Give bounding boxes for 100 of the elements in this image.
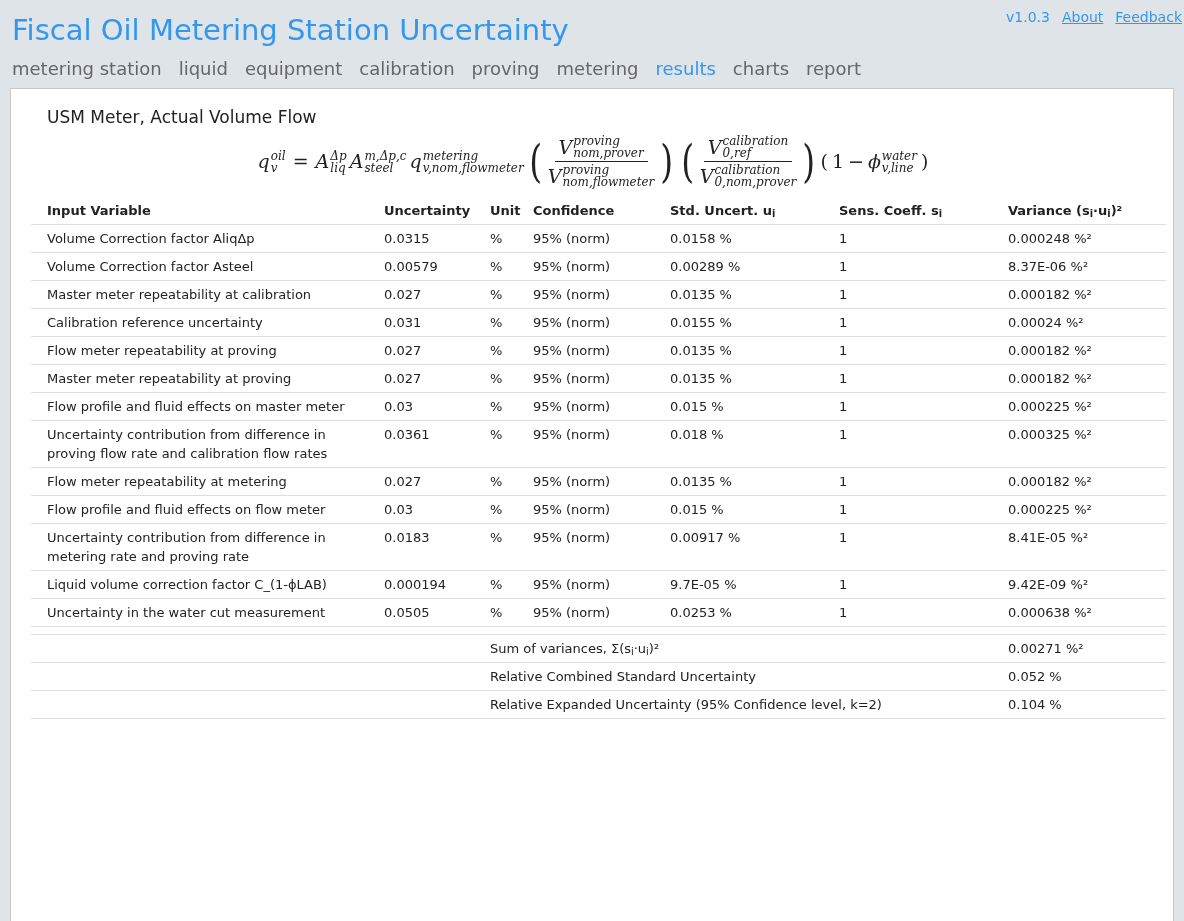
table-cell: Volume Correction factor AliqΔp <box>31 224 376 252</box>
table-cell: 0.000182 %² <box>1000 467 1166 495</box>
table-cell: % <box>482 570 525 598</box>
table-cell: 0.027 <box>376 364 482 392</box>
table-cell: 95% (norm) <box>525 364 662 392</box>
table-cell: 0.000225 %² <box>1000 495 1166 523</box>
column-header: Confidence <box>525 196 662 224</box>
formula-paren: ( <box>528 139 542 184</box>
table-cell: % <box>482 280 525 308</box>
table-cell: 0.0158 % <box>662 224 831 252</box>
table-cell: Flow profile and fluid effects on flow meter <box>31 495 376 523</box>
nav-tab[interactable]: metering station <box>12 55 162 82</box>
table-cell: Master meter repeatability at proving <box>31 364 376 392</box>
table-cell: 1 <box>831 523 1000 570</box>
header-link[interactable]: Feedback <box>1115 7 1182 28</box>
nav-tab[interactable]: charts <box>732 55 789 82</box>
table-cell: 0.015 % <box>662 495 831 523</box>
formula-paren: ) <box>920 149 929 175</box>
table-cell: 0.000325 %² <box>1000 420 1166 467</box>
table-cell: 0.0183 <box>376 523 482 570</box>
nav-tab[interactable]: liquid <box>178 55 228 82</box>
table-cell: 0.000182 %² <box>1000 364 1166 392</box>
summary-label: Sum of variances, Σ(s$_{i}$·u$_{i}$)² <box>482 634 1000 662</box>
nav-tab[interactable]: results <box>655 55 716 82</box>
table-cell: 1 <box>831 392 1000 420</box>
summary-value: 0.104 % <box>1000 690 1166 718</box>
table-cell: 0.031 <box>376 308 482 336</box>
table-cell: Liquid volume correction factor C_(1-ϕLAB) <box>31 570 376 598</box>
version-label: v1.0.3 <box>1006 8 1050 27</box>
table-cell: 1 <box>831 224 1000 252</box>
table-cell: 95% (norm) <box>525 598 662 626</box>
table-cell: 95% (norm) <box>525 495 662 523</box>
formula-operator: = <box>292 149 309 175</box>
formula-paren: ( <box>680 139 694 184</box>
header-link[interactable]: About <box>1061 7 1104 28</box>
table-cell: 0.0135 % <box>662 364 831 392</box>
table-cell: 95% (norm) <box>525 467 662 495</box>
table-cell: % <box>482 495 525 523</box>
table-cell: 1 <box>831 364 1000 392</box>
table-cell: 0.0155 % <box>662 308 831 336</box>
table-cell: Uncertainty contribution from difference in metering rate and proving rate <box>31 523 376 570</box>
table-cell: 0.0315 <box>376 224 482 252</box>
table-cell: 0.0253 % <box>662 598 831 626</box>
nav-tab[interactable]: proving <box>471 55 540 82</box>
nav-tab[interactable]: report <box>806 55 861 82</box>
table-cell: 0.018 % <box>662 420 831 467</box>
nav-tab[interactable]: calibration <box>359 55 455 82</box>
table-cell: Flow meter repeatability at proving <box>31 336 376 364</box>
table-cell: 1 <box>831 252 1000 280</box>
table-cell: % <box>482 598 525 626</box>
table-cell: % <box>482 523 525 570</box>
table-cell: 1 <box>831 467 1000 495</box>
table-cell: 1 <box>831 495 1000 523</box>
formula-paren: ( <box>820 149 828 175</box>
table-cell: 95% (norm) <box>525 224 662 252</box>
table-cell: 95% (norm) <box>525 280 662 308</box>
table-cell: 0.015 % <box>662 392 831 420</box>
table-cell: 1 <box>831 280 1000 308</box>
table-cell: % <box>482 336 525 364</box>
column-header: Uncertainty <box>376 196 482 224</box>
table-cell: 0.0505 <box>376 598 482 626</box>
summary-value: 0.052 % <box>1000 662 1166 690</box>
formula-number: 1 <box>831 149 844 175</box>
column-header: Sens. Coeff. s$_{i}$ <box>831 196 1000 224</box>
section-title: USM Meter, Actual Volume Flow <box>47 106 318 129</box>
table-cell: % <box>482 252 525 280</box>
table-cell: 1 <box>831 336 1000 364</box>
table-cell: 0.0135 % <box>662 280 831 308</box>
table-cell: Volume Correction factor Asteel <box>31 252 376 280</box>
table-cell: Calibration reference uncertainty <box>31 308 376 336</box>
table-cell: 95% (norm) <box>525 523 662 570</box>
column-header: Variance (s$_{i}$·u$_{i}$)² <box>1000 196 1166 224</box>
table-cell: % <box>482 420 525 467</box>
summary-label: Relative Combined Standard Uncertainty <box>482 662 1000 690</box>
table-cell: 95% (norm) <box>525 570 662 598</box>
table-cell: 1 <box>831 570 1000 598</box>
table-cell: 95% (norm) <box>525 392 662 420</box>
table-cell: 0.0135 % <box>662 467 831 495</box>
nav-tab[interactable]: metering <box>556 55 639 82</box>
table-cell: 0.000182 %² <box>1000 336 1166 364</box>
table-cell: 0.000638 %² <box>1000 598 1166 626</box>
table-cell: 95% (norm) <box>525 336 662 364</box>
table-cell: 9.42E-09 %² <box>1000 570 1166 598</box>
table-cell: Flow meter repeatability at metering <box>31 467 376 495</box>
table-cell: 0.0361 <box>376 420 482 467</box>
table-cell: 0.000248 %² <box>1000 224 1166 252</box>
formula-operator: − <box>848 149 864 175</box>
app-title: Fiscal Oil Metering Station Uncertainty <box>12 12 569 49</box>
table-cell: 95% (norm) <box>525 420 662 467</box>
column-header: Unit <box>482 196 525 224</box>
table-cell: 95% (norm) <box>525 308 662 336</box>
column-header: Input Variable <box>31 196 376 224</box>
formula-paren: ) <box>660 139 674 184</box>
table-cell: 0.000182 %² <box>1000 280 1166 308</box>
table-cell: 0.027 <box>376 467 482 495</box>
table-cell: 0.03 <box>376 495 482 523</box>
nav-tab[interactable]: equipment <box>244 55 343 82</box>
formula-paren: ) <box>802 139 816 184</box>
table-cell: 95% (norm) <box>525 252 662 280</box>
table-cell: 1 <box>831 308 1000 336</box>
